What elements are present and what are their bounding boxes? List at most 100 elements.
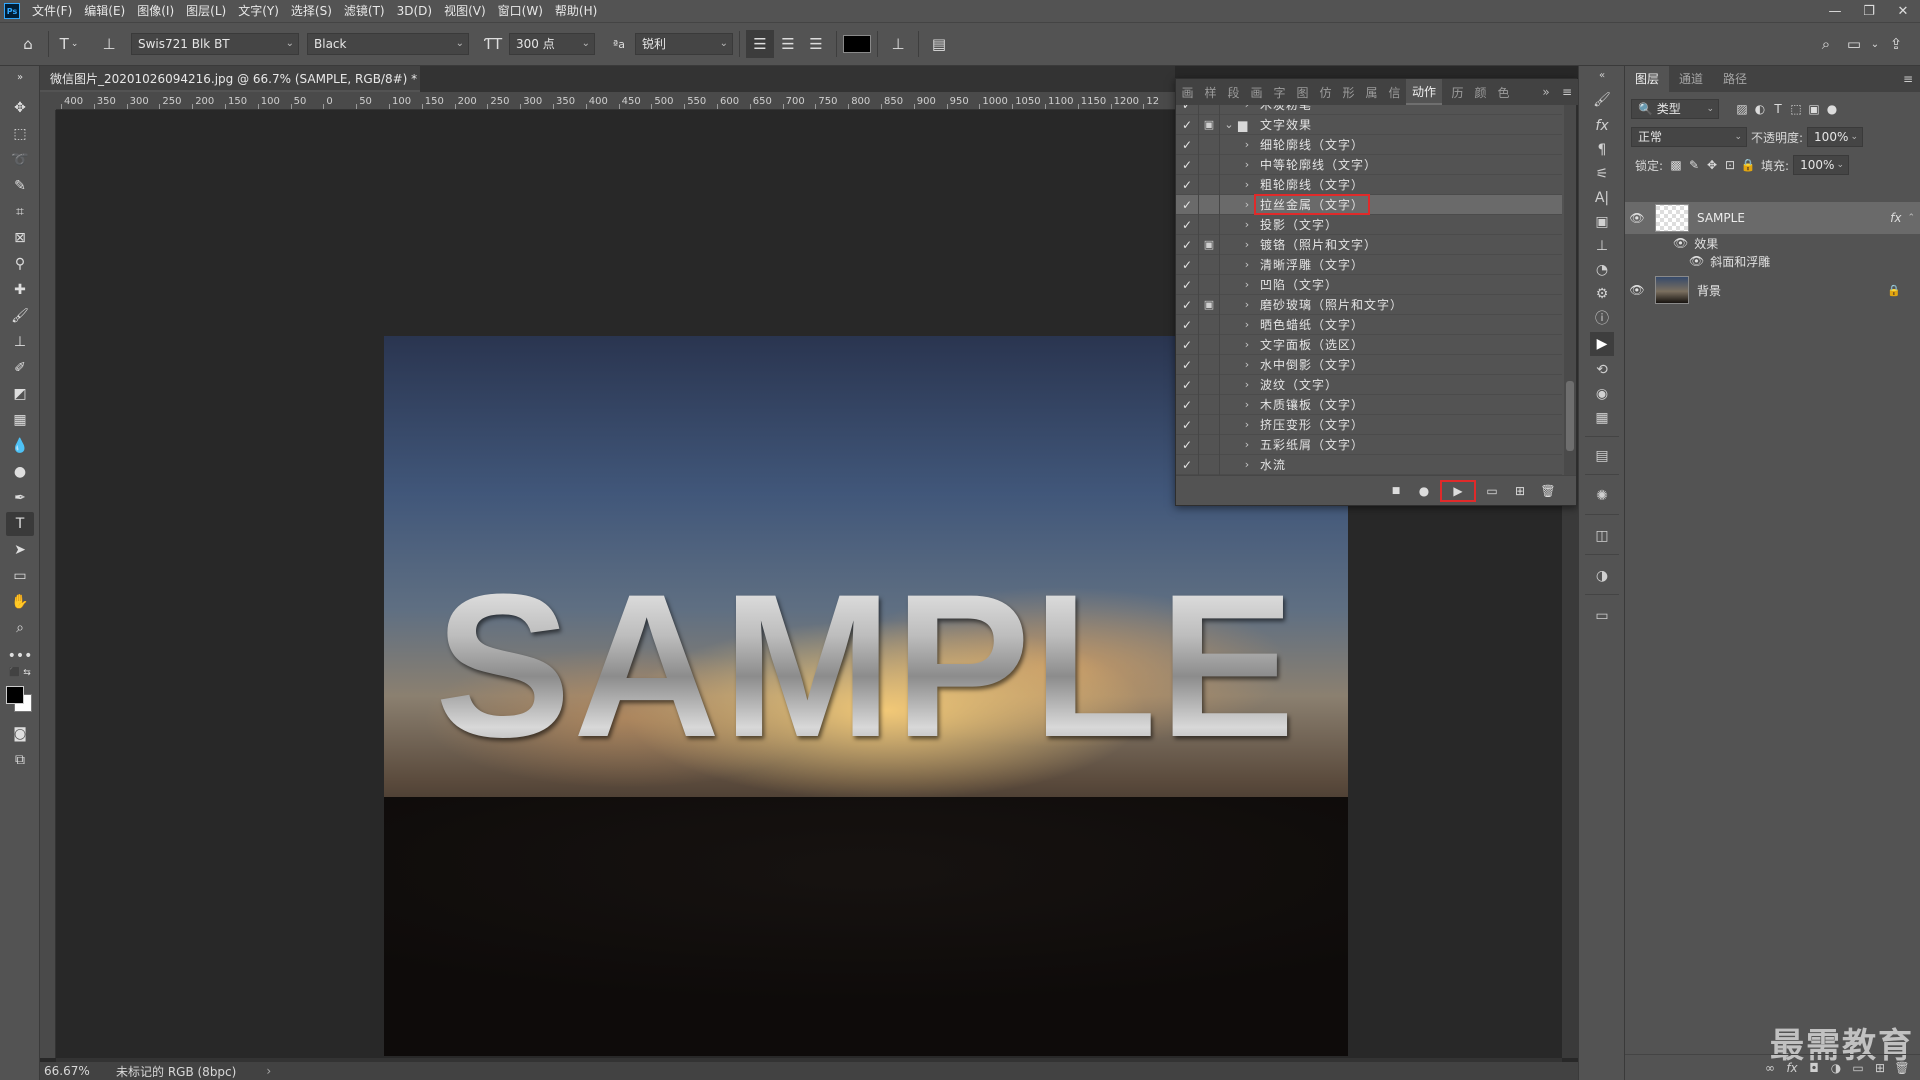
toggle-check-icon[interactable]: ✓	[1176, 118, 1198, 132]
chevron-up-icon[interactable]: ⌃	[1907, 213, 1915, 223]
chevron-down-icon[interactable]: ⌄	[1868, 30, 1882, 58]
chevron-right-icon[interactable]: ›	[1238, 105, 1256, 111]
default-colors-icon[interactable]: ⬛ ⇆	[6, 666, 34, 680]
tab-actions[interactable]: 动作	[1406, 79, 1442, 105]
action-row-selected[interactable]: ✓ › 拉丝金属（文字）	[1176, 194, 1562, 215]
move-tool-icon[interactable]: ✥	[6, 96, 34, 120]
action-row[interactable]: ✓ › 清晰浮雕（文字）	[1176, 254, 1562, 275]
home-icon[interactable]: ⌂	[14, 30, 42, 58]
action-row[interactable]: ✓ ▣ › 磨砂玻璃（照片和文字）	[1176, 294, 1562, 315]
dodge-tool-icon[interactable]: ●	[6, 460, 34, 484]
dialog-toggle-icon[interactable]: ▣	[1198, 114, 1220, 135]
chevron-right-icon[interactable]: ›	[1238, 218, 1256, 231]
toggle-check-icon[interactable]: ✓	[1176, 105, 1198, 112]
properties-panel-icon[interactable]: ⚙	[1590, 282, 1614, 306]
shape-filter-icon[interactable]: ⬚	[1787, 102, 1805, 116]
tab-properties[interactable]: 属	[1360, 84, 1383, 101]
toggle-check-icon[interactable]: ✓	[1176, 238, 1198, 252]
menu-window[interactable]: 窗口(W)	[492, 0, 549, 22]
smart-object-filter-icon[interactable]: ▣	[1805, 102, 1823, 116]
align-left-icon[interactable]: ☰	[746, 30, 774, 58]
link-layers-icon[interactable]: ∞	[1759, 1061, 1781, 1075]
libraries-panel-icon[interactable]: ▤	[1590, 444, 1614, 468]
text-color-swatch[interactable]	[843, 35, 871, 53]
learn-panel-icon[interactable]: ◫	[1590, 524, 1614, 548]
character-panel-icon[interactable]: ▤	[925, 30, 953, 58]
toggle-check-icon[interactable]: ✓	[1176, 258, 1198, 272]
adjustments-panel-icon[interactable]: ✺	[1590, 484, 1614, 508]
lasso-tool-icon[interactable]: ➰	[6, 148, 34, 172]
layer-row-sample[interactable]: 👁 SAMPLE fx ⌃	[1625, 202, 1920, 234]
toggle-check-icon[interactable]: ✓	[1176, 458, 1198, 472]
action-row[interactable]: ✓ › 粗轮廓线（文字）	[1176, 174, 1562, 195]
align-right-icon[interactable]: ☰	[802, 30, 830, 58]
brushed-metal-text[interactable]: SAMPLE	[384, 564, 1348, 768]
visibility-eye-icon[interactable]: 👁	[1625, 283, 1649, 297]
action-row[interactable]: ✓ › 水流	[1176, 454, 1562, 475]
horizontal-ruler[interactable]: 400 350 300 250 200 150 100 50 0 50 100 150 200 250 30…	[56, 92, 1176, 110]
layer-name[interactable]: SAMPLE	[1697, 211, 1745, 225]
chevron-right-icon[interactable]: ›	[1238, 358, 1256, 371]
dialog-toggle[interactable]	[1198, 214, 1220, 235]
tab-channels[interactable]: 通道	[1669, 66, 1713, 92]
chevron-right-icon[interactable]: ›	[1238, 318, 1256, 331]
fill-input[interactable]: 100% ⌄	[1793, 155, 1850, 175]
tab-clone-source[interactable]: 仿	[1314, 84, 1337, 101]
tab-styles[interactable]: 样	[1199, 84, 1222, 101]
vertical-ruler[interactable]	[40, 110, 56, 1058]
zoom-level[interactable]: 66.67%	[40, 1064, 110, 1078]
visibility-eye-icon[interactable]: 👁	[1673, 236, 1688, 250]
tab-brush-settings[interactable]: 画	[1245, 84, 1268, 101]
fx-icon[interactable]: fx	[1890, 211, 1901, 225]
toggle-check-icon[interactable]: ✓	[1176, 418, 1198, 432]
record-icon[interactable]: ●	[1412, 480, 1436, 502]
history-panel-icon[interactable]: ⟲	[1590, 358, 1614, 382]
menu-select[interactable]: 选择(S)	[285, 0, 338, 22]
swatches-panel-icon[interactable]: ▦	[1590, 406, 1614, 430]
dialog-toggle[interactable]	[1198, 134, 1220, 155]
lock-position-icon[interactable]: ✥	[1703, 158, 1721, 172]
action-row[interactable]: ✓ › 挤压变形（文字）	[1176, 414, 1562, 435]
type-tool-icon[interactable]: T	[6, 512, 34, 536]
chevron-right-icon[interactable]: ›	[1238, 198, 1256, 211]
screen-mode-icon[interactable]: ⧉	[6, 748, 34, 772]
quick-mask-icon[interactable]: ◙	[6, 722, 34, 746]
toggle-check-icon[interactable]: ✓	[1176, 138, 1198, 152]
text-orientation-icon[interactable]: ⊥	[95, 30, 123, 58]
quick-selection-tool-icon[interactable]: ✎	[6, 174, 34, 198]
healing-brush-tool-icon[interactable]: ✚	[6, 278, 34, 302]
minimize-button[interactable]: —	[1818, 0, 1852, 22]
chevron-right-icon[interactable]: ›	[1238, 158, 1256, 171]
align-center-icon[interactable]: ☰	[774, 30, 802, 58]
close-window-button[interactable]: ✕	[1886, 0, 1920, 22]
dialog-toggle[interactable]	[1198, 194, 1220, 215]
toggle-check-icon[interactable]: ✓	[1176, 358, 1198, 372]
document-tab[interactable]: 微信图片_20201026094216.jpg @ 66.7% (SAMPLE,…	[40, 66, 435, 92]
new-set-folder-icon[interactable]: ▭	[1480, 480, 1504, 502]
more-tools-icon[interactable]: •••	[6, 644, 34, 668]
pixel-filter-icon[interactable]: ▨	[1733, 102, 1751, 116]
tab-character[interactable]: 字	[1268, 84, 1291, 101]
action-set-row[interactable]: ✓ ▣ ⌄ ▆ 文字效果	[1176, 114, 1562, 135]
antialias-select[interactable]: 锐利 ⌄	[635, 33, 733, 55]
eyedropper-tool-icon[interactable]: ⚲	[6, 252, 34, 276]
type-tool-preset-icon[interactable]: T ⌄	[55, 30, 83, 58]
info-panel-icon[interactable]: ⓘ	[1590, 306, 1614, 330]
brush-tool-icon[interactable]: 🖌	[6, 304, 34, 328]
tab-history[interactable]: 历	[1446, 84, 1469, 101]
chevron-right-icon[interactable]: ›	[1238, 258, 1256, 271]
chevron-right-icon[interactable]: ›	[1238, 398, 1256, 411]
trash-icon[interactable]: 🗑	[1891, 1061, 1913, 1075]
panel-menu-icon[interactable]: ≡	[1556, 85, 1578, 99]
dialog-toggle[interactable]	[1198, 374, 1220, 395]
chevron-down-icon[interactable]: ⌄	[1220, 118, 1238, 131]
font-style-select[interactable]: Black ⌄	[307, 33, 469, 55]
chevron-right-icon[interactable]: ›	[1238, 378, 1256, 391]
tab-swatches[interactable]: 色	[1492, 84, 1515, 101]
eraser-tool-icon[interactable]: ◩	[6, 382, 34, 406]
chevron-right-icon[interactable]: ›	[1238, 178, 1256, 191]
toggle-check-icon[interactable]: ✓	[1176, 298, 1198, 312]
new-action-icon[interactable]: ⊞	[1508, 480, 1532, 502]
type-filter-icon[interactable]: T	[1769, 102, 1787, 116]
layer-name[interactable]: 背景	[1697, 282, 1721, 299]
